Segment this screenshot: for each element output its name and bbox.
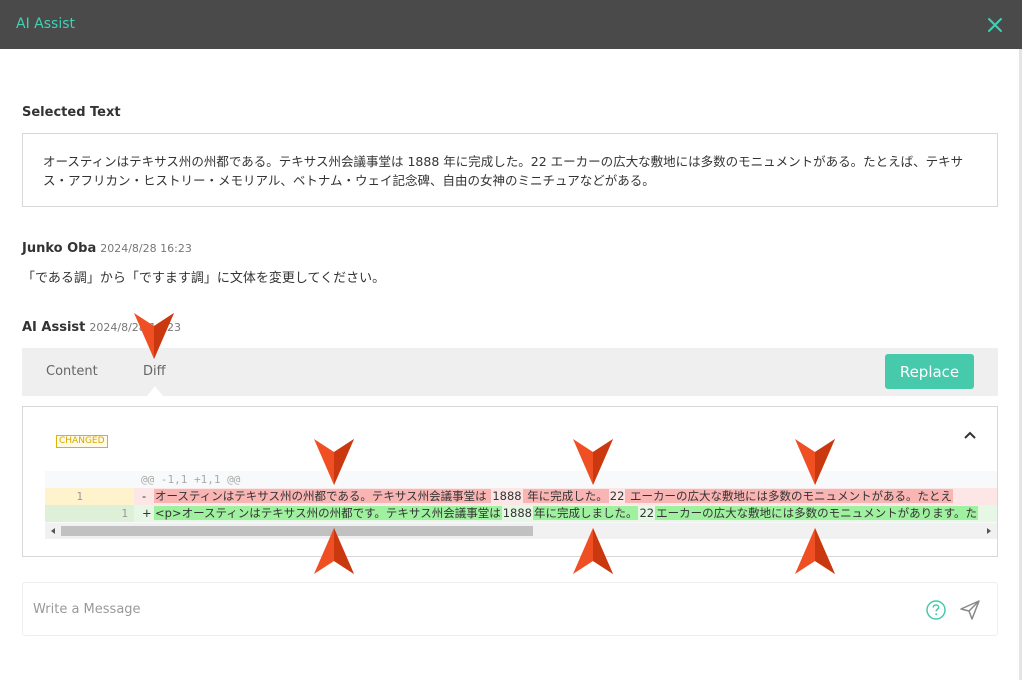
diff-table: @@ -1,1 +1,1 @@ 1 - オースティンはテキサス州の州都である。テキ… (45, 471, 997, 539)
user-message-timestamp: 2024/8/28 16:23 (100, 242, 192, 255)
user-message-author: Junko Oba (22, 241, 97, 256)
selected-text-label: Selected Text (22, 105, 121, 120)
active-tab-indicator (147, 386, 163, 396)
close-icon[interactable] (984, 14, 1006, 36)
ai-response-author: AI Assist (22, 320, 86, 335)
diff-marker-plus: + (142, 506, 152, 520)
send-icon[interactable] (959, 599, 981, 621)
diff-hunk-header: @@ -1,1 +1,1 @@ (141, 473, 241, 486)
diff-segment: <p>オースティンはテキサス州の州都です。テキサス州会議事堂は (154, 506, 502, 520)
user-message-header: Junko Oba 2024/8/28 16:23 (22, 241, 192, 256)
diff-row-deleted: 1 - オースティンはテキサス州の州都である。テキサス州会議事堂は 1888 年に… (45, 488, 997, 505)
diff-segment: 年に完成しました。 (532, 506, 639, 520)
message-input[interactable] (33, 597, 913, 621)
line-number-old: 1 (45, 488, 89, 505)
diff-segment: 22 (609, 489, 625, 503)
diff-code-added: + <p>オースティンはテキサス州の州都です。テキサス州会議事堂は 1888 年に完成… (134, 505, 997, 522)
message-composer (22, 582, 998, 636)
diff-segment: 年に完成した。 (522, 489, 609, 503)
replace-button[interactable]: Replace (885, 354, 974, 389)
ai-response-header: AI Assist 2024/8/28 16:23 (22, 320, 181, 335)
user-message-text: 「である調」から「ですます調」に文体を変更してください。 (22, 271, 386, 286)
scroll-right-icon[interactable] (984, 526, 994, 536)
selected-text-box: オースティンはテキサス州の州都である。テキサス州会議事堂は 1888 年に完成し… (22, 133, 998, 207)
scrollbar-thumb[interactable] (61, 526, 533, 536)
horizontal-scrollbar[interactable] (45, 523, 997, 539)
diff-code-deleted: - オースティンはテキサス州の州都である。テキサス州会議事堂は 1888 年に完成… (134, 488, 997, 505)
dialog-titlebar: AI Assist (0, 0, 1022, 49)
response-tabbar: Content Diff (22, 348, 998, 396)
diff-segment: 22 (639, 506, 655, 520)
diff-segment: 1888 (502, 506, 532, 520)
changed-badge: CHANGED (56, 435, 108, 448)
diff-panel: CHANGED @@ -1,1 +1,1 @@ 1 - オースティンはテキサス州の… (22, 406, 998, 557)
tab-content[interactable]: Content (46, 364, 98, 379)
help-circle-icon[interactable] (925, 599, 947, 621)
tab-diff[interactable]: Diff (143, 364, 166, 379)
selected-text-content: オースティンはテキサス州の州都である。テキサス州会議事堂は 1888 年に完成し… (43, 154, 964, 188)
scroll-left-icon[interactable] (48, 526, 58, 536)
line-number-old (45, 505, 89, 522)
diff-segment: 1888 (492, 489, 522, 503)
ai-response-timestamp: 2024/8/28 16:23 (89, 321, 181, 334)
diff-segment: エーカーの広大な敷地には多数のモニュメントがあります。た (655, 506, 978, 520)
line-number-new (89, 488, 134, 505)
dialog-title: AI Assist (16, 16, 75, 32)
line-number-new: 1 (89, 505, 134, 522)
diff-row-added: 1 + <p>オースティンはテキサス州の州都です。テキサス州会議事堂は 1888 年に… (45, 505, 997, 522)
diff-segment: エーカーの広大な敷地には多数のモニュメントがある。たとえ (625, 489, 954, 503)
chevron-up-icon[interactable] (963, 429, 977, 443)
diff-segment: オースティンはテキサス州の州都である。テキサス州会議事堂は (154, 489, 492, 503)
diff-marker-minus: - (142, 489, 147, 503)
